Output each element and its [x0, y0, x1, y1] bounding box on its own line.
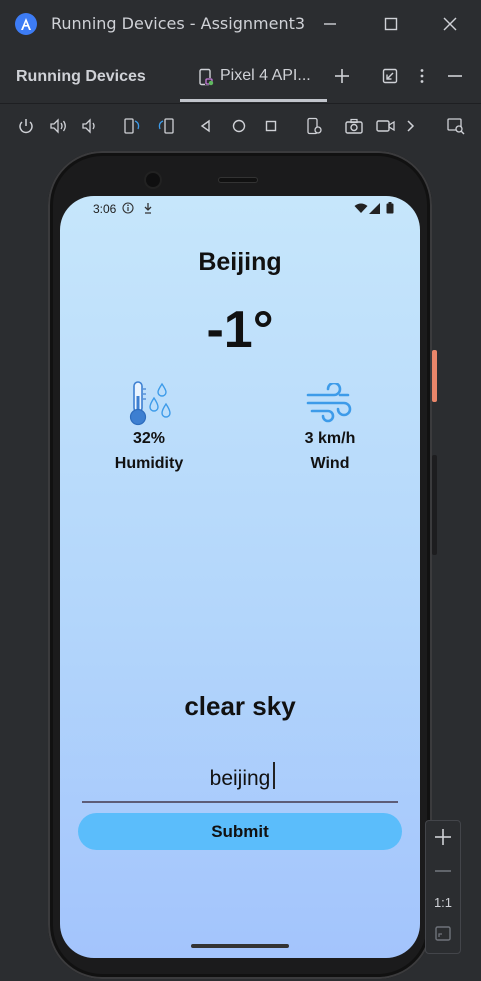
- download-icon: [143, 202, 153, 217]
- wind-value: 3 km/h: [304, 430, 356, 447]
- power-icon[interactable]: [14, 114, 38, 138]
- power-side-button: [432, 350, 437, 402]
- restore-icon[interactable]: [378, 64, 402, 88]
- battery-icon: [386, 202, 394, 217]
- window-close-icon[interactable]: [438, 12, 462, 36]
- zoom-out-icon[interactable]: [426, 859, 460, 887]
- info-icon: [122, 202, 134, 217]
- humidity-value: 32%: [132, 430, 166, 447]
- text-cursor: [273, 762, 275, 789]
- window-maximize-icon[interactable]: [379, 12, 403, 36]
- wifi-icon: [354, 203, 368, 217]
- window-minimize-icon[interactable]: [318, 12, 342, 36]
- more-icon[interactable]: [410, 64, 434, 88]
- tool-window-title: Running Devices: [16, 68, 146, 85]
- device-mirror-icon[interactable]: [444, 114, 468, 138]
- weather-description: clear sky: [184, 691, 296, 721]
- volume-up-icon[interactable]: [47, 114, 71, 138]
- volume-down-icon[interactable]: [78, 114, 102, 138]
- tab-active-indicator: [180, 99, 327, 102]
- back-icon[interactable]: [194, 114, 218, 138]
- window-title: Running Devices - Assignment3: [51, 14, 306, 33]
- humidity-icon: [126, 380, 174, 431]
- window-titlebar: Running Devices - Assignment3: [0, 0, 481, 48]
- screenshot-icon[interactable]: [342, 114, 366, 138]
- earpiece-speaker: [219, 178, 257, 182]
- rotate-left-icon[interactable]: [120, 114, 144, 138]
- temperature: -1°: [206, 301, 274, 359]
- gesture-home-bar[interactable]: [191, 944, 289, 948]
- volume-side-button: [432, 455, 437, 555]
- status-bar: 3:06: [60, 196, 420, 220]
- rotate-right-icon[interactable]: [154, 114, 178, 138]
- device-settings-icon[interactable]: [302, 114, 326, 138]
- overview-icon[interactable]: [259, 114, 283, 138]
- plus-icon[interactable]: [330, 64, 354, 88]
- front-camera: [146, 173, 160, 187]
- phone-device-icon: [194, 65, 218, 89]
- zoom-fit-icon[interactable]: [426, 923, 460, 949]
- status-time: 3:06: [93, 202, 117, 216]
- zoom-controls: 1:1: [425, 820, 461, 954]
- zoom-reset-button[interactable]: 1:1: [426, 895, 460, 910]
- city-name: Beijing: [198, 248, 282, 276]
- city-input[interactable]: [82, 756, 398, 803]
- android-studio-logo-icon: [15, 13, 37, 35]
- screen-record-icon[interactable]: [374, 114, 398, 138]
- cellular-signal-icon: [369, 203, 381, 217]
- tab-label: Pixel 4 API...: [220, 67, 311, 84]
- wind-label: Wind: [310, 455, 350, 472]
- submit-button[interactable]: Submit: [78, 813, 402, 850]
- wind-icon: [304, 381, 356, 428]
- zoom-in-icon[interactable]: [426, 825, 460, 853]
- humidity-label: Humidity: [114, 455, 184, 472]
- home-icon[interactable]: [227, 114, 251, 138]
- minimize-icon[interactable]: [443, 64, 467, 88]
- more-chevron-icon[interactable]: [399, 114, 423, 138]
- device-screen[interactable]: 3:06 Beijing -1° 32% Humidity 3 km/h Win…: [60, 196, 420, 958]
